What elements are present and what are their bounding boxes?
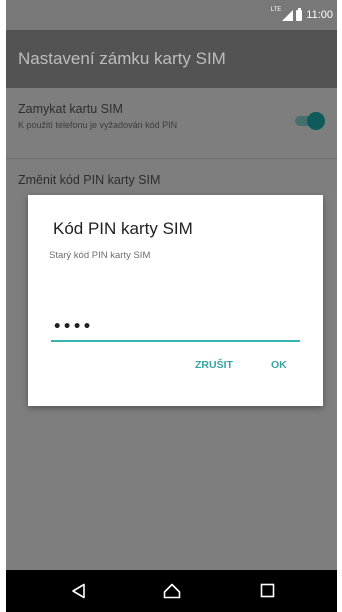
setting-change-pin-title: Změnit kód PIN karty SIM (18, 173, 161, 187)
navigation-bar (6, 570, 337, 612)
network-type: LTE (270, 7, 282, 13)
page-title: Nastavení zámku karty SIM (18, 49, 226, 68)
home-icon[interactable] (163, 583, 181, 599)
signal-icon (282, 9, 294, 21)
old-pin-input[interactable]: •••• (51, 315, 300, 343)
recents-icon[interactable] (260, 583, 275, 598)
status-bar: LTE 11:00 (6, 0, 337, 30)
back-icon[interactable] (71, 583, 87, 599)
old-pin-label: Starý kód PIN karty SIM (49, 250, 151, 261)
setting-change-pin[interactable]: Změnit kód PIN karty SIM (6, 159, 337, 199)
cancel-button[interactable]: ZRUŠIT (195, 359, 233, 371)
pin-value: •••• (53, 319, 93, 335)
setting-lock-sim-subtitle: K použití telefonu je vyžadován kód PIN (18, 120, 178, 130)
lock-sim-toggle[interactable] (293, 111, 325, 131)
input-underline (51, 340, 300, 342)
toggle-thumb (307, 112, 325, 130)
phone-screen: LTE 11:00 Nastavení zámku karty SIM Zamy… (6, 0, 337, 612)
dialog-title: Kód PIN karty SIM (53, 219, 193, 238)
setting-lock-sim-title: Zamykat kartu SIM (18, 102, 123, 116)
settings-list: Zamykat kartu SIM K použití telefonu je … (6, 88, 337, 570)
status-clock: 11:00 (306, 9, 333, 21)
ok-button[interactable]: OK (271, 359, 287, 371)
app-bar: Nastavení zámku karty SIM (6, 30, 337, 88)
pin-dialog: Kód PIN karty SIM Starý kód PIN karty SI… (28, 195, 323, 406)
battery-icon (296, 7, 303, 21)
setting-lock-sim[interactable]: Zamykat kartu SIM K použití telefonu je … (6, 88, 337, 158)
